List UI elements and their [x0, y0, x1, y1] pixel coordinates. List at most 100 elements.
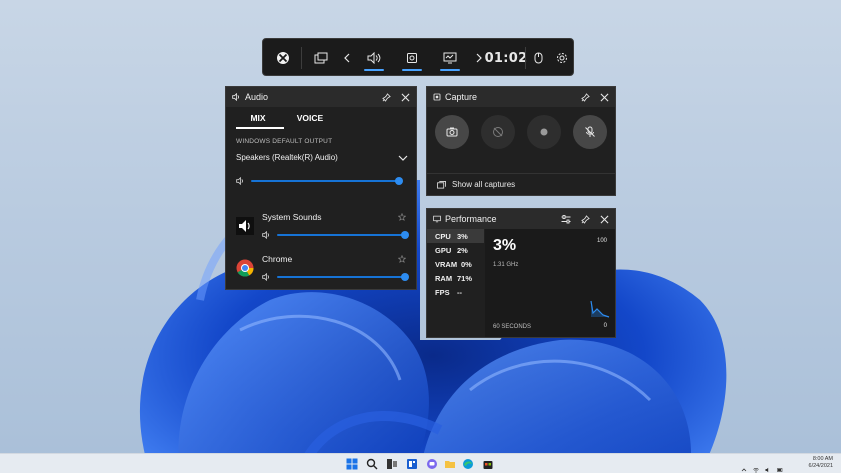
screenshot-icon — [446, 127, 458, 137]
clock[interactable]: 8:00 AM 6/24/2021 — [809, 456, 833, 470]
audio-widget: Audio MIX VOICE WINDOWS DEFAULT OUTPUT S… — [225, 86, 417, 290]
performance-widget-header: Performance — [427, 209, 615, 229]
pin-icon[interactable] — [581, 214, 590, 224]
store-icon[interactable] — [482, 458, 494, 470]
task-view-icon[interactable] — [386, 458, 398, 470]
metric-label: VRAM — [435, 259, 458, 269]
record-last-icon — [493, 127, 503, 137]
record-last-30s-button[interactable] — [481, 115, 515, 149]
app-volume-slider[interactable] — [277, 273, 409, 281]
clock-time: 8:00 AM — [812, 456, 833, 462]
slider-thumb[interactable] — [401, 231, 409, 239]
active-indicator — [440, 69, 460, 71]
edge-icon[interactable] — [462, 458, 474, 470]
performance-widget-title: Performance — [445, 214, 497, 224]
chrome-icon — [236, 259, 254, 277]
metric-value: 0% — [461, 259, 472, 269]
metric-gpu[interactable]: GPU 2% — [427, 243, 484, 257]
metric-cpu[interactable]: CPU 3% — [427, 229, 484, 243]
slider-thumb[interactable] — [395, 177, 403, 185]
tab-voice[interactable]: VOICE — [294, 107, 326, 129]
output-device-name: Speakers (Realtek(R) Audio) — [236, 153, 338, 162]
audio-icon — [232, 93, 239, 101]
clock-display: 01:02 — [484, 50, 528, 66]
cpu-usage-line — [590, 300, 610, 318]
record-icon — [540, 128, 548, 136]
file-explorer-icon[interactable] — [444, 458, 456, 470]
audio-widget-title: Audio — [245, 92, 269, 102]
widget-menu-icon — [314, 52, 328, 64]
teams-chat-icon[interactable] — [426, 458, 438, 470]
metric-ram[interactable]: RAM 71% — [427, 271, 484, 285]
capture-icon — [433, 93, 441, 101]
toolbar-divider — [301, 47, 302, 69]
cpu-frequency: 1.31 GHz — [493, 262, 519, 268]
screenshot-button[interactable] — [435, 115, 469, 149]
settings-button[interactable] — [551, 39, 573, 77]
mouse-button[interactable] — [527, 39, 549, 77]
metric-value: 71% — [457, 273, 473, 283]
wifi-icon[interactable] — [753, 460, 759, 473]
scroll-left-button[interactable] — [339, 39, 355, 77]
search-icon[interactable] — [366, 458, 378, 470]
settings-icon — [557, 53, 567, 63]
widget-menu-button[interactable] — [307, 39, 335, 77]
app-volume-row — [262, 273, 412, 281]
metric-label: FPS — [435, 287, 450, 297]
pin-icon[interactable] — [581, 92, 590, 102]
start-recording-button[interactable] — [527, 115, 561, 149]
performance-graph: 3% 1.31 GHz 100 0 60 SECONDS — [485, 229, 615, 337]
performance-widget-button[interactable] — [435, 39, 465, 77]
chevron-down-icon — [398, 155, 408, 161]
audio-widget-button[interactable] — [359, 39, 389, 77]
app-name: System Sounds — [262, 212, 322, 222]
xbox-button[interactable] — [269, 39, 297, 77]
app-volume-slider[interactable] — [277, 231, 409, 239]
volume-icon[interactable] — [765, 460, 771, 473]
favorite-star-icon[interactable] — [398, 255, 406, 263]
chevron-up-icon[interactable] — [741, 460, 747, 472]
master-volume-slider[interactable] — [251, 177, 403, 185]
chevron-left-icon — [344, 53, 350, 63]
battery-icon[interactable] — [777, 460, 783, 472]
graph-max-label: 100 — [596, 238, 607, 244]
tab-mix[interactable]: MIX — [236, 107, 284, 129]
widgets-icon[interactable] — [406, 458, 418, 470]
system-tray-icons — [741, 460, 783, 473]
show-all-captures-label: Show all captures — [452, 180, 516, 189]
show-all-captures-link[interactable]: Show all captures — [427, 173, 615, 195]
metric-value: -- — [457, 287, 462, 297]
volume-icon — [262, 273, 269, 281]
chevron-right-icon — [476, 53, 482, 63]
slider-thumb[interactable] — [401, 273, 409, 281]
close-icon[interactable] — [600, 215, 609, 224]
capture-widget-title: Capture — [445, 92, 478, 102]
output-device-dropdown[interactable]: Speakers (Realtek(R) Audio) — [236, 153, 408, 162]
capture-icon — [407, 53, 417, 63]
toolbar-divider — [525, 47, 526, 69]
options-sliders-icon[interactable] — [561, 214, 571, 224]
close-icon[interactable] — [600, 93, 609, 102]
pin-icon[interactable] — [382, 92, 391, 102]
clock-date: 6/24/2021 — [808, 463, 833, 469]
gallery-icon — [437, 180, 446, 189]
capture-widget: Capture Show all captures — [426, 86, 616, 196]
favorite-star-icon[interactable] — [398, 213, 406, 221]
windows-start-icon[interactable] — [346, 458, 358, 470]
metric-label: RAM — [435, 273, 453, 283]
graph-min-label: 0 — [603, 323, 607, 329]
close-icon[interactable] — [401, 93, 410, 102]
volume-icon — [262, 231, 269, 239]
big-metric-value: 3% — [493, 237, 517, 254]
capture-widget-header: Capture — [427, 87, 615, 107]
audio-tabs: MIX VOICE — [226, 107, 416, 129]
xbox-icon — [277, 52, 289, 64]
performance-icon — [433, 215, 441, 223]
metric-fps[interactable]: FPS -- — [427, 285, 484, 299]
taskbar: 8:00 AM 6/24/2021 — [0, 453, 841, 473]
capture-widget-button[interactable] — [397, 39, 427, 77]
metric-vram[interactable]: VRAM 0% — [427, 257, 484, 271]
metric-label: CPU — [435, 231, 451, 241]
speaker-icon — [236, 217, 254, 235]
mic-toggle-button[interactable] — [573, 115, 607, 149]
